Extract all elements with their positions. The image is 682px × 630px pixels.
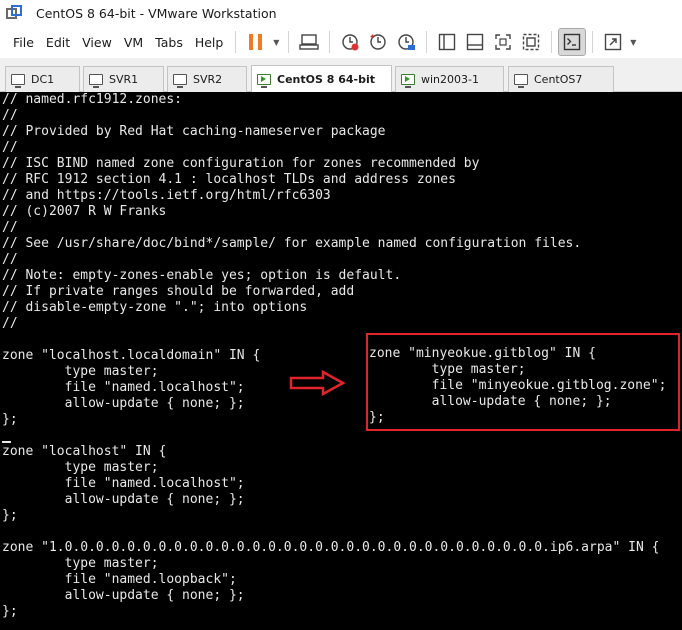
power-dropdown-caret[interactable]: ▼ — [270, 38, 282, 47]
vm-tab-bar: DC1 SVR1 SVR2 CentOS 8 64-bit win2003-1 … — [0, 58, 682, 92]
console-line: file "named.loopback"; — [2, 572, 237, 587]
console-line: }; — [369, 410, 385, 425]
toolbar-divider — [329, 31, 331, 53]
stretch-guest-button[interactable] — [600, 29, 626, 55]
console-line: type master; — [369, 362, 526, 377]
text-cursor — [2, 441, 11, 443]
toolbar-divider — [551, 31, 553, 53]
console-line: // RFC 1912 section 4.1 : localhost TLDs… — [2, 172, 456, 187]
menu-edit[interactable]: Edit — [40, 35, 76, 50]
console-line: allow-update { none; }; — [2, 492, 245, 507]
toolbar-divider — [426, 31, 428, 53]
tab-svr2[interactable]: SVR2 — [167, 66, 247, 92]
toolbar-divider — [235, 31, 237, 53]
tab-win2003-1[interactable]: win2003-1 — [395, 66, 504, 92]
pause-icon — [249, 34, 263, 50]
title-bar: CentOS 8 64-bit - VMware Workstation — [0, 0, 682, 26]
tab-svr1[interactable]: SVR1 — [83, 66, 164, 92]
menu-toolbar: File Edit View VM Tabs Help ▼ ▼ — [0, 26, 682, 58]
console-line: zone "minyeokue.gitblog" IN { — [369, 346, 596, 361]
console-line: // — [2, 252, 18, 267]
console-line: // Note: empty-zones-enable yes; option … — [2, 268, 402, 283]
menu-view[interactable]: View — [76, 35, 118, 50]
toolbar-divider — [592, 31, 594, 53]
vm-icon — [11, 74, 25, 88]
console-line: type master; — [2, 556, 159, 571]
stretch-icon — [605, 33, 622, 51]
tab-centos7[interactable]: CentOS7 — [508, 66, 614, 92]
console-line: // — [2, 140, 18, 155]
window-title: CentOS 8 64-bit - VMware Workstation — [36, 5, 277, 21]
console-line: // and https://tools.ietf.org/html/rfc63… — [2, 188, 331, 203]
thumbnail-panel-icon — [467, 33, 484, 51]
console-line: allow-update { none; }; — [369, 394, 612, 409]
snapshot-manager-button[interactable] — [393, 29, 419, 55]
tab-dc1[interactable]: DC1 — [5, 66, 80, 92]
tab-label: SVR1 — [109, 73, 139, 86]
tab-label: CentOS 8 64-bit — [277, 72, 375, 86]
unity-button[interactable] — [518, 29, 544, 55]
fullscreen-icon — [495, 34, 512, 50]
tab-label: SVR2 — [193, 73, 223, 86]
console-line: allow-update { none; }; — [2, 588, 245, 603]
tab-label: win2003-1 — [421, 73, 479, 86]
vmware-logo-icon — [6, 5, 22, 21]
console-line: file "minyeokue.gitblog.zone"; — [369, 378, 667, 393]
menu-file[interactable]: File — [0, 35, 40, 50]
menu-help[interactable]: Help — [189, 35, 230, 50]
tab-label: DC1 — [31, 73, 55, 86]
vm-running-icon — [401, 74, 415, 88]
vm-icon — [173, 74, 187, 88]
console-line: // named.rfc1912.zones: — [2, 92, 183, 107]
vm-icon — [89, 74, 103, 88]
console-line: type master; — [2, 460, 159, 475]
menu-tabs[interactable]: Tabs — [149, 35, 189, 50]
vm-icon — [514, 74, 528, 88]
console-line: file "named.localhost"; — [2, 476, 245, 491]
console-line: zone "1.0.0.0.0.0.0.0.0.0.0.0.0.0.0.0.0.… — [2, 540, 660, 555]
console-line: // — [2, 220, 18, 235]
console-line: // Provided by Red Hat caching-nameserve… — [2, 124, 386, 139]
pause-button[interactable] — [243, 29, 269, 55]
thumbnail-bar-button[interactable] — [462, 29, 488, 55]
tab-centos-8[interactable]: CentOS 8 64-bit — [251, 65, 392, 92]
send-ctrl-alt-del-button[interactable] — [296, 29, 322, 55]
annotation-zone-text: zone "minyeokue.gitblog" IN { type maste… — [369, 346, 666, 426]
console-line: // ISC BIND named zone configuration for… — [2, 156, 480, 171]
console-line: }; — [2, 604, 18, 619]
stretch-dropdown-caret[interactable]: ▼ — [627, 38, 639, 47]
console-view-button[interactable] — [558, 28, 587, 56]
console-line: // See /usr/share/doc/bind*/sample/ for … — [2, 236, 582, 251]
library-panel-icon — [439, 33, 456, 51]
console-line: }; — [2, 508, 18, 523]
revert-clock-icon — [370, 34, 387, 50]
revert-snapshot-button[interactable] — [365, 29, 391, 55]
console-line: // If private ranges should be forwarded… — [2, 284, 355, 299]
console-line: // — [2, 108, 18, 123]
snapshot-clock-icon — [342, 34, 359, 51]
unity-icon — [523, 33, 540, 51]
console-line: // — [2, 316, 18, 331]
snapshot-manager-icon — [398, 34, 416, 50]
toolbar-divider — [288, 31, 290, 53]
tab-label: CentOS7 — [534, 73, 583, 86]
menu-vm[interactable]: VM — [118, 35, 149, 50]
console-line: // disable-empty-zone "."; into options — [2, 300, 308, 315]
show-library-button[interactable] — [434, 29, 460, 55]
vm-running-icon — [257, 73, 271, 88]
keyboard-icon — [299, 34, 320, 50]
console-line: // (c)2007 R W Franks — [2, 204, 167, 219]
terminal-icon — [564, 33, 581, 51]
vm-console[interactable]: // named.rfc1912.zones://// Provided by … — [0, 92, 682, 630]
console-line: zone "localhost" IN { — [2, 444, 167, 459]
fullscreen-button[interactable] — [490, 29, 516, 55]
take-snapshot-button[interactable] — [337, 29, 363, 55]
arrow-right-icon — [289, 370, 345, 396]
